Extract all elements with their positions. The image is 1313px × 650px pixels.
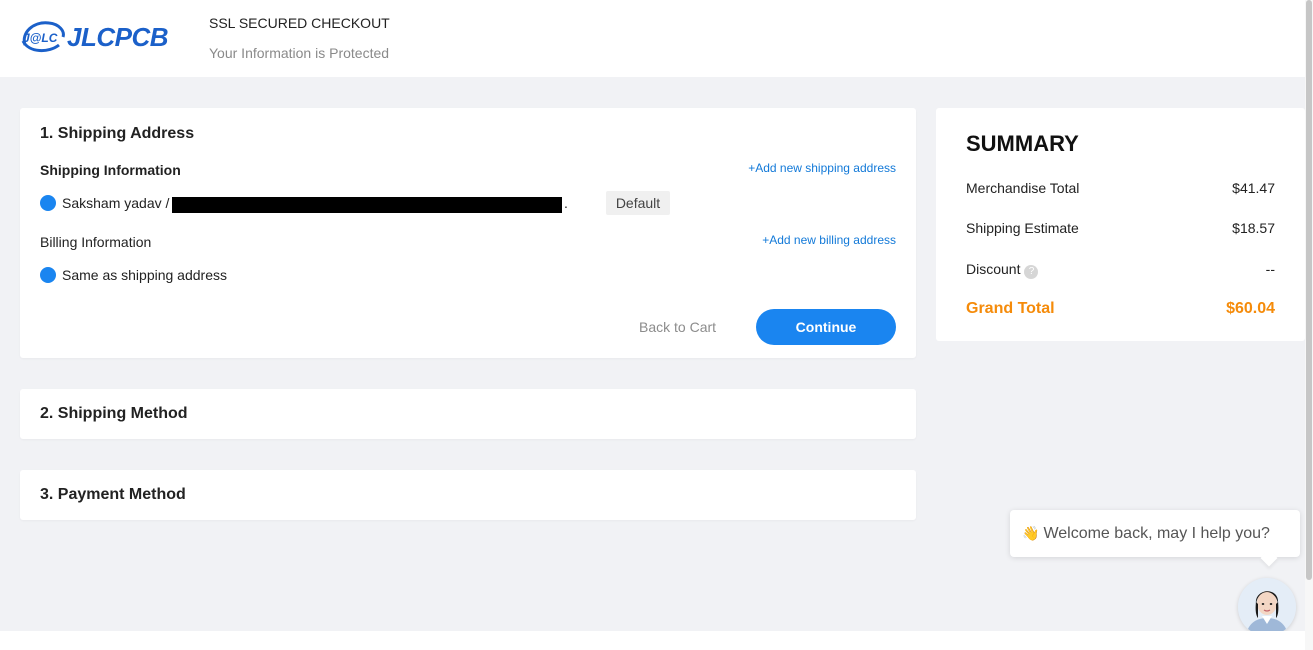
discount-label: Discount bbox=[966, 261, 1021, 277]
shipping-address-radio[interactable] bbox=[40, 195, 56, 211]
merchandise-total-label: Merchandise Total bbox=[966, 180, 1080, 196]
add-shipping-address-link[interactable]: +Add new shipping address bbox=[748, 161, 896, 175]
discount-row: Discount? -- bbox=[966, 261, 1275, 281]
payment-method-title[interactable]: 3. Payment Method bbox=[40, 486, 186, 504]
merchandise-total-row: Merchandise Total $41.47 bbox=[966, 180, 1275, 200]
waving-hand-icon: 👋 bbox=[1022, 525, 1040, 541]
ssl-checkout-subtitle: Your Information is Protected bbox=[209, 45, 390, 61]
shipping-information-label: Shipping Information bbox=[40, 162, 181, 178]
svg-text:J@LC: J@LC bbox=[23, 31, 58, 45]
default-badge: Default bbox=[606, 191, 670, 215]
question-mark-icon[interactable]: ? bbox=[1024, 265, 1039, 279]
summary-title: SUMMARY bbox=[966, 131, 1079, 156]
grand-total-value: $60.04 bbox=[1226, 300, 1275, 317]
address-trailing: . bbox=[564, 195, 568, 211]
shipping-address-title[interactable]: 1. Shipping Address bbox=[40, 125, 194, 143]
shipping-estimate-label: Shipping Estimate bbox=[966, 220, 1079, 236]
shipping-method-card[interactable]: 2. Shipping Method bbox=[20, 389, 916, 439]
order-summary: SUMMARY Merchandise Total $41.47 Shippin… bbox=[936, 108, 1305, 341]
jlc-logo-mark-icon: J@LC bbox=[19, 19, 65, 55]
same-as-shipping-label[interactable]: Same as shipping address bbox=[62, 267, 227, 283]
discount-value: -- bbox=[1265, 261, 1275, 277]
shipping-address-name[interactable]: Saksham yadav / bbox=[62, 195, 169, 211]
billing-information-label: Billing Information bbox=[40, 234, 152, 250]
merchandise-total-value: $41.47 bbox=[1232, 180, 1275, 196]
jlcpcb-logo[interactable]: J@LC JLCPCB bbox=[19, 17, 169, 57]
logo-text: JLCPCB bbox=[67, 21, 169, 52]
shipping-estimate-value: $18.57 bbox=[1232, 220, 1275, 236]
continue-button[interactable]: Continue bbox=[756, 309, 896, 345]
discount-label-wrap: Discount? bbox=[966, 261, 1039, 279]
footer-strip bbox=[0, 631, 1305, 650]
redacted-address bbox=[172, 197, 562, 213]
shipping-address-card: 1. Shipping Address Shipping Information… bbox=[20, 108, 916, 358]
scrollbar-thumb[interactable] bbox=[1306, 0, 1312, 580]
ssl-checkout-title: SSL SECURED CHECKOUT bbox=[209, 15, 390, 31]
page-scrollbar[interactable] bbox=[1305, 0, 1313, 650]
add-billing-address-link[interactable]: +Add new billing address bbox=[762, 233, 896, 247]
header: J@LC JLCPCB SSL SECURED CHECKOUT Your In… bbox=[0, 0, 1305, 77]
back-to-cart-link[interactable]: Back to Cart bbox=[639, 319, 716, 335]
shipping-estimate-row: Shipping Estimate $18.57 bbox=[966, 220, 1275, 240]
chat-welcome-bubble[interactable]: 👋 Welcome back, may I help you? bbox=[1010, 510, 1300, 557]
grand-total-label: Grand Total bbox=[966, 300, 1055, 317]
payment-method-card[interactable]: 3. Payment Method bbox=[20, 470, 916, 520]
chat-welcome-text: Welcome back, may I help you? bbox=[1043, 524, 1270, 542]
shipping-method-title[interactable]: 2. Shipping Method bbox=[40, 405, 188, 423]
support-agent-avatar[interactable] bbox=[1238, 578, 1296, 636]
same-as-shipping-radio[interactable] bbox=[40, 267, 56, 283]
grand-total-row: Grand Total $60.04 bbox=[966, 300, 1275, 320]
